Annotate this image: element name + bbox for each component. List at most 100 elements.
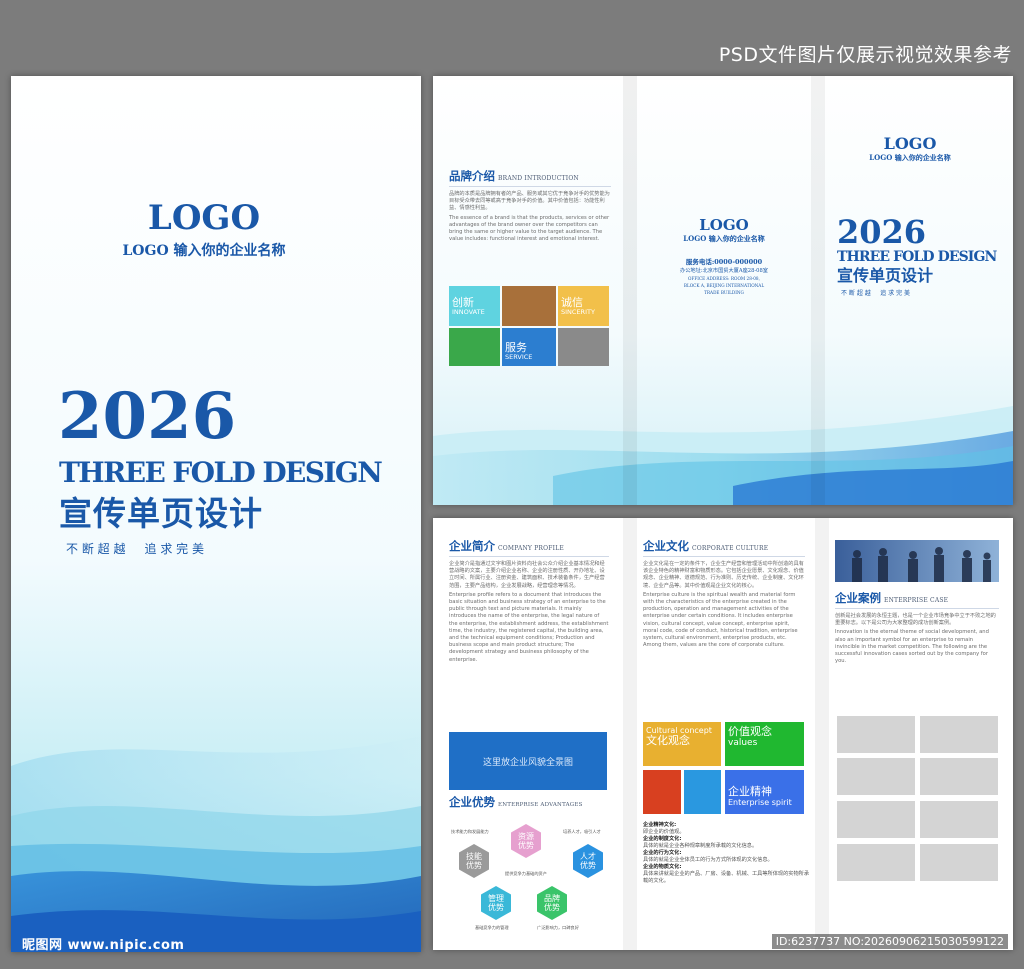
cover-title-en: THREE FOLD DESIGN <box>59 456 383 489</box>
front-panel: LOGO LOGO 输入你的企业名称 2026 THREE FOLD DESIG… <box>825 134 1013 297</box>
brand-intro-title: 品牌介绍 <box>449 169 495 183</box>
inner-side-sheet: 企业简介 COMPANY PROFILE 企业简介是指通过文字和图片资料向社会公… <box>433 518 1013 950</box>
cases-title: 企业案例 <box>835 591 881 605</box>
profile-photo-placeholder: 这里放企业风貌全景图 <box>449 732 607 790</box>
cases-panel: 企业案例 ENTERPRISE CASE 创新是社会发展的永恒主题，也是一个企业… <box>835 590 999 665</box>
tile-sky <box>684 770 721 814</box>
tile-enterprise-spirit: 企业精神 Enterprise spirit <box>725 770 804 814</box>
tile-innovate-en: INNOVATE <box>452 308 485 316</box>
cover-company-name: LOGO 输入你的企业名称 <box>122 243 286 259</box>
cover-slogan: 不 断 超 越 追 求 完 美 <box>66 542 204 556</box>
culture-item-label: 企业的行为文化: <box>643 850 682 856</box>
cover-page: LOGO LOGO 输入你的企业名称 2026 THREE FOLD DESIG… <box>11 76 421 952</box>
front-logo: LOGO <box>883 134 937 153</box>
tile-enterprise-spirit-en: Enterprise spirit <box>728 798 792 807</box>
culture-text-cn: 企业文化是在一定的条件下，企业生产经营和管理活动中所创造的具有该企业特色的精神财… <box>643 561 804 589</box>
brand-intro-text-en: The essence of a brand is that the produ… <box>449 214 610 243</box>
profile-text-en: Enterprise profile refers to a document … <box>449 591 609 663</box>
cases-text-en: Innovation is the eternal theme of socia… <box>835 629 989 665</box>
hex-skills-label: 技能优势 <box>466 852 482 870</box>
profile-text-cn: 企业简介是指通过文字和图片资料向社会公众介绍企业基本情况和经营战略的文案，主要介… <box>449 561 605 589</box>
culture-heading: 企业文化 CORPORATE CULTURE <box>643 538 805 557</box>
front-title-cn: 宣传单页设计 <box>837 266 934 285</box>
tile-sincerity-en: SINCERITY <box>561 308 595 316</box>
tile-cultural-concept: Cultural concept 文化观念 <box>643 722 721 766</box>
watermark-site: 昵图网 www.nipic.com <box>22 938 185 953</box>
brand-intro-title-en: BRAND INTRODUCTION <box>498 175 579 182</box>
back-address-en-2: BLOCK A, BEIJING INTERNATIONAL <box>683 283 765 288</box>
cover-year: 2026 <box>58 379 237 454</box>
front-year: 2026 <box>837 213 927 251</box>
back-address-cn: 办公地址:北京市国贸大厦A座28-08室 <box>680 268 768 274</box>
front-slogan: 不 断 超 越 追 求 完 美 <box>841 290 910 297</box>
tile-service: 服务 SERVICE <box>502 328 556 366</box>
culture-text-en: Enterprise culture is the spiritual weal… <box>643 591 798 649</box>
front-company-name: LOGO 输入你的企业名称 <box>869 153 951 162</box>
hex-talent-label: 人才优势 <box>580 852 596 870</box>
culture-item-label: 企业的制度文化: <box>643 836 682 842</box>
case-image-placeholder <box>837 716 915 753</box>
watermark-bottom-id: ID:6237737 NO:20260906215030599122 <box>771 934 1008 949</box>
team-photo-image <box>835 540 999 582</box>
back-address-en-1: OFFICE ADDRESS: ROOM 28-08, <box>688 276 760 281</box>
watermark-top: PSD文件图片仅展示视觉效果参考 <box>718 44 1012 66</box>
profile-title: 企业简介 <box>449 539 495 553</box>
tile-innovate: 创新 INNOVATE <box>449 286 500 326</box>
brand-intro-heading: 品牌介绍 BRAND INTRODUCTION <box>449 168 611 187</box>
tile-values-en: values <box>728 738 758 748</box>
culture-item-text: 具体来讲就是企业的产品、厂房、设备、机械、工具等所体现的实物所承载的文化。 <box>643 871 810 884</box>
culture-item-text: 具体的就是企业全体员工的行为方式所体现的文化信息。 <box>643 857 773 863</box>
culture-item-label: 企业的物质文化: <box>643 864 682 870</box>
advantages-title-en: ENTERPRISE ADVANTAGES <box>498 802 583 808</box>
advantages-panel: 企业优势 ENTERPRISE ADVANTAGES <box>449 794 613 812</box>
profile-photo-placeholder-text: 这里放企业风貌全景图 <box>482 757 573 768</box>
case-image-placeholder <box>837 844 915 881</box>
tile-values-cn: 价值观念 <box>728 725 772 738</box>
culture-title: 企业文化 <box>643 539 689 553</box>
back-phone: 服务电话:0000-000000 <box>685 258 763 266</box>
back-logo: LOGO <box>699 216 749 234</box>
back-panel: LOGO LOGO 输入你的企业名称 服务电话:0000-000000 办公地址… <box>639 216 809 295</box>
tile-enterprise-spirit-cn: 企业精神 <box>728 785 772 798</box>
case-image-placeholder <box>837 758 915 795</box>
tile-brown <box>502 286 556 326</box>
profile-panel: 企业简介 COMPANY PROFILE 企业简介是指通过文字和图片资料向社会公… <box>449 538 609 664</box>
tile-values: 价值观念 values <box>725 722 804 766</box>
back-company-name: LOGO 输入你的企业名称 <box>683 234 765 243</box>
case-image-placeholder <box>920 801 998 838</box>
tile-service-en: SERVICE <box>505 353 533 361</box>
advantage-note-1: 技术能力和发展能力 <box>451 829 489 834</box>
culture-title-en: CORPORATE CULTURE <box>692 545 769 552</box>
profile-title-en: COMPANY PROFILE <box>498 545 564 552</box>
hex-resources-label: 资源优势 <box>518 832 534 850</box>
brand-intro-text-cn: 品牌的本质是品牌拥有者的产品、服务或其它优于竞争对手的优势能为目标受众带去同等或… <box>449 191 610 212</box>
cover-logo: LOGO <box>147 198 261 238</box>
tile-gray <box>558 328 609 366</box>
culture-item-text: 具体的就是企业各种规章制度所承载的文化信息。 <box>643 843 758 849</box>
advantage-note-4: 基础竞争力的管理 <box>475 925 509 930</box>
culture-item-text: 即企业的价值观。 <box>643 829 685 835</box>
culture-panel: 企业文化 CORPORATE CULTURE 企业文化是在一定的条件下，企业生产… <box>643 538 805 649</box>
profile-heading: 企业简介 COMPANY PROFILE <box>449 538 609 557</box>
cases-heading: 企业案例 ENTERPRISE CASE <box>835 590 999 609</box>
front-title-en: THREE FOLD DESIGN <box>837 249 997 265</box>
cases-text-cn: 创新是社会发展的永恒主题，也是一个企业市场竞争中立于不败之地的重要标志。以下是公… <box>835 613 996 627</box>
tile-sincerity: 诚信 SINCERITY <box>558 286 609 326</box>
case-image-placeholder <box>920 758 998 795</box>
culture-item-label: 企业精神文化: <box>643 822 677 828</box>
advantage-note-5: 广泛影响力，口碑良好 <box>537 925 579 930</box>
outer-side-sheet: 品牌介绍 BRAND INTRODUCTION 品牌的本质是品牌拥有者的产品、服… <box>433 76 1013 505</box>
cases-title-en: ENTERPRISE CASE <box>884 597 949 604</box>
case-image-placeholder <box>920 844 998 881</box>
advantage-note-3: 培养人才，吸引人才 <box>563 829 601 834</box>
cover-title-cn: 宣传单页设计 <box>59 494 263 533</box>
advantage-note-2: 提供竞争力基础的资产 <box>505 871 547 876</box>
tile-cultural-concept-cn: 文化观念 <box>646 734 690 747</box>
back-address-en-3: TRADE BUILDING <box>704 290 744 295</box>
hex-management-label: 管理优势 <box>488 894 504 912</box>
brand-intro-panel: 品牌介绍 BRAND INTRODUCTION 品牌的本质是品牌拥有者的产品、服… <box>449 168 611 243</box>
advantages-title: 企业优势 <box>449 795 495 809</box>
case-image-placeholder <box>837 801 915 838</box>
advantages-heading: 企业优势 ENTERPRISE ADVANTAGES <box>449 794 613 812</box>
tile-red <box>643 770 681 814</box>
